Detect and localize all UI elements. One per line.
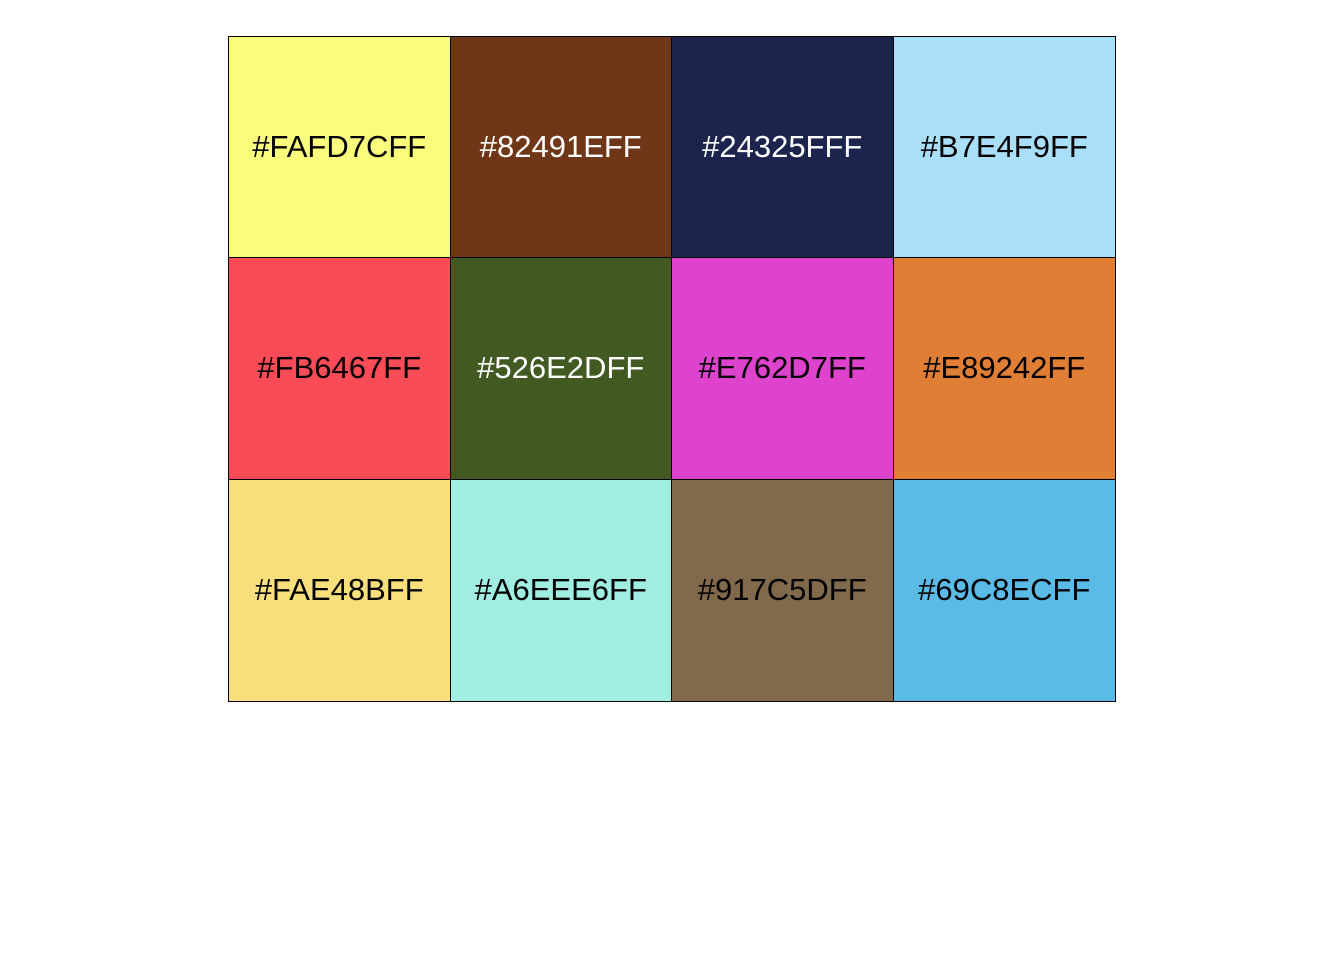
color-swatch: #82491EFF (450, 37, 672, 259)
swatch-hex-label: #FAE48BFF (254, 572, 424, 608)
color-swatch: #A6EEE6FF (450, 479, 672, 701)
swatch-hex-label: #917C5DFF (697, 572, 867, 608)
swatch-hex-label: #69C8ECFF (918, 572, 1091, 608)
swatch-hex-label: #526E2DFF (477, 350, 645, 386)
swatch-hex-label: #FAFD7CFF (252, 129, 427, 165)
swatch-hex-label: #24325FFF (702, 129, 863, 165)
swatch-hex-label: #82491EFF (479, 129, 642, 165)
color-swatch: #69C8ECFF (893, 479, 1115, 701)
color-swatch: #526E2DFF (450, 258, 672, 480)
color-swatch: #E89242FF (893, 258, 1115, 480)
color-swatch: #FAFD7CFF (229, 37, 451, 259)
swatch-hex-label: #E89242FF (923, 350, 1086, 386)
swatch-hex-label: #B7E4F9FF (920, 129, 1088, 165)
color-swatch: #24325FFF (672, 37, 894, 259)
color-palette-grid: #FAFD7CFF #82491EFF #24325FFF #B7E4F9FF … (228, 36, 1116, 702)
color-swatch: #FAE48BFF (229, 479, 451, 701)
swatch-hex-label: #E762D7FF (698, 350, 866, 386)
color-swatch: #917C5DFF (672, 479, 894, 701)
color-swatch: #E762D7FF (672, 258, 894, 480)
swatch-hex-label: #FB6467FF (257, 350, 422, 386)
color-swatch: #FB6467FF (229, 258, 451, 480)
swatch-hex-label: #A6EEE6FF (474, 572, 647, 608)
color-swatch: #B7E4F9FF (893, 37, 1115, 259)
